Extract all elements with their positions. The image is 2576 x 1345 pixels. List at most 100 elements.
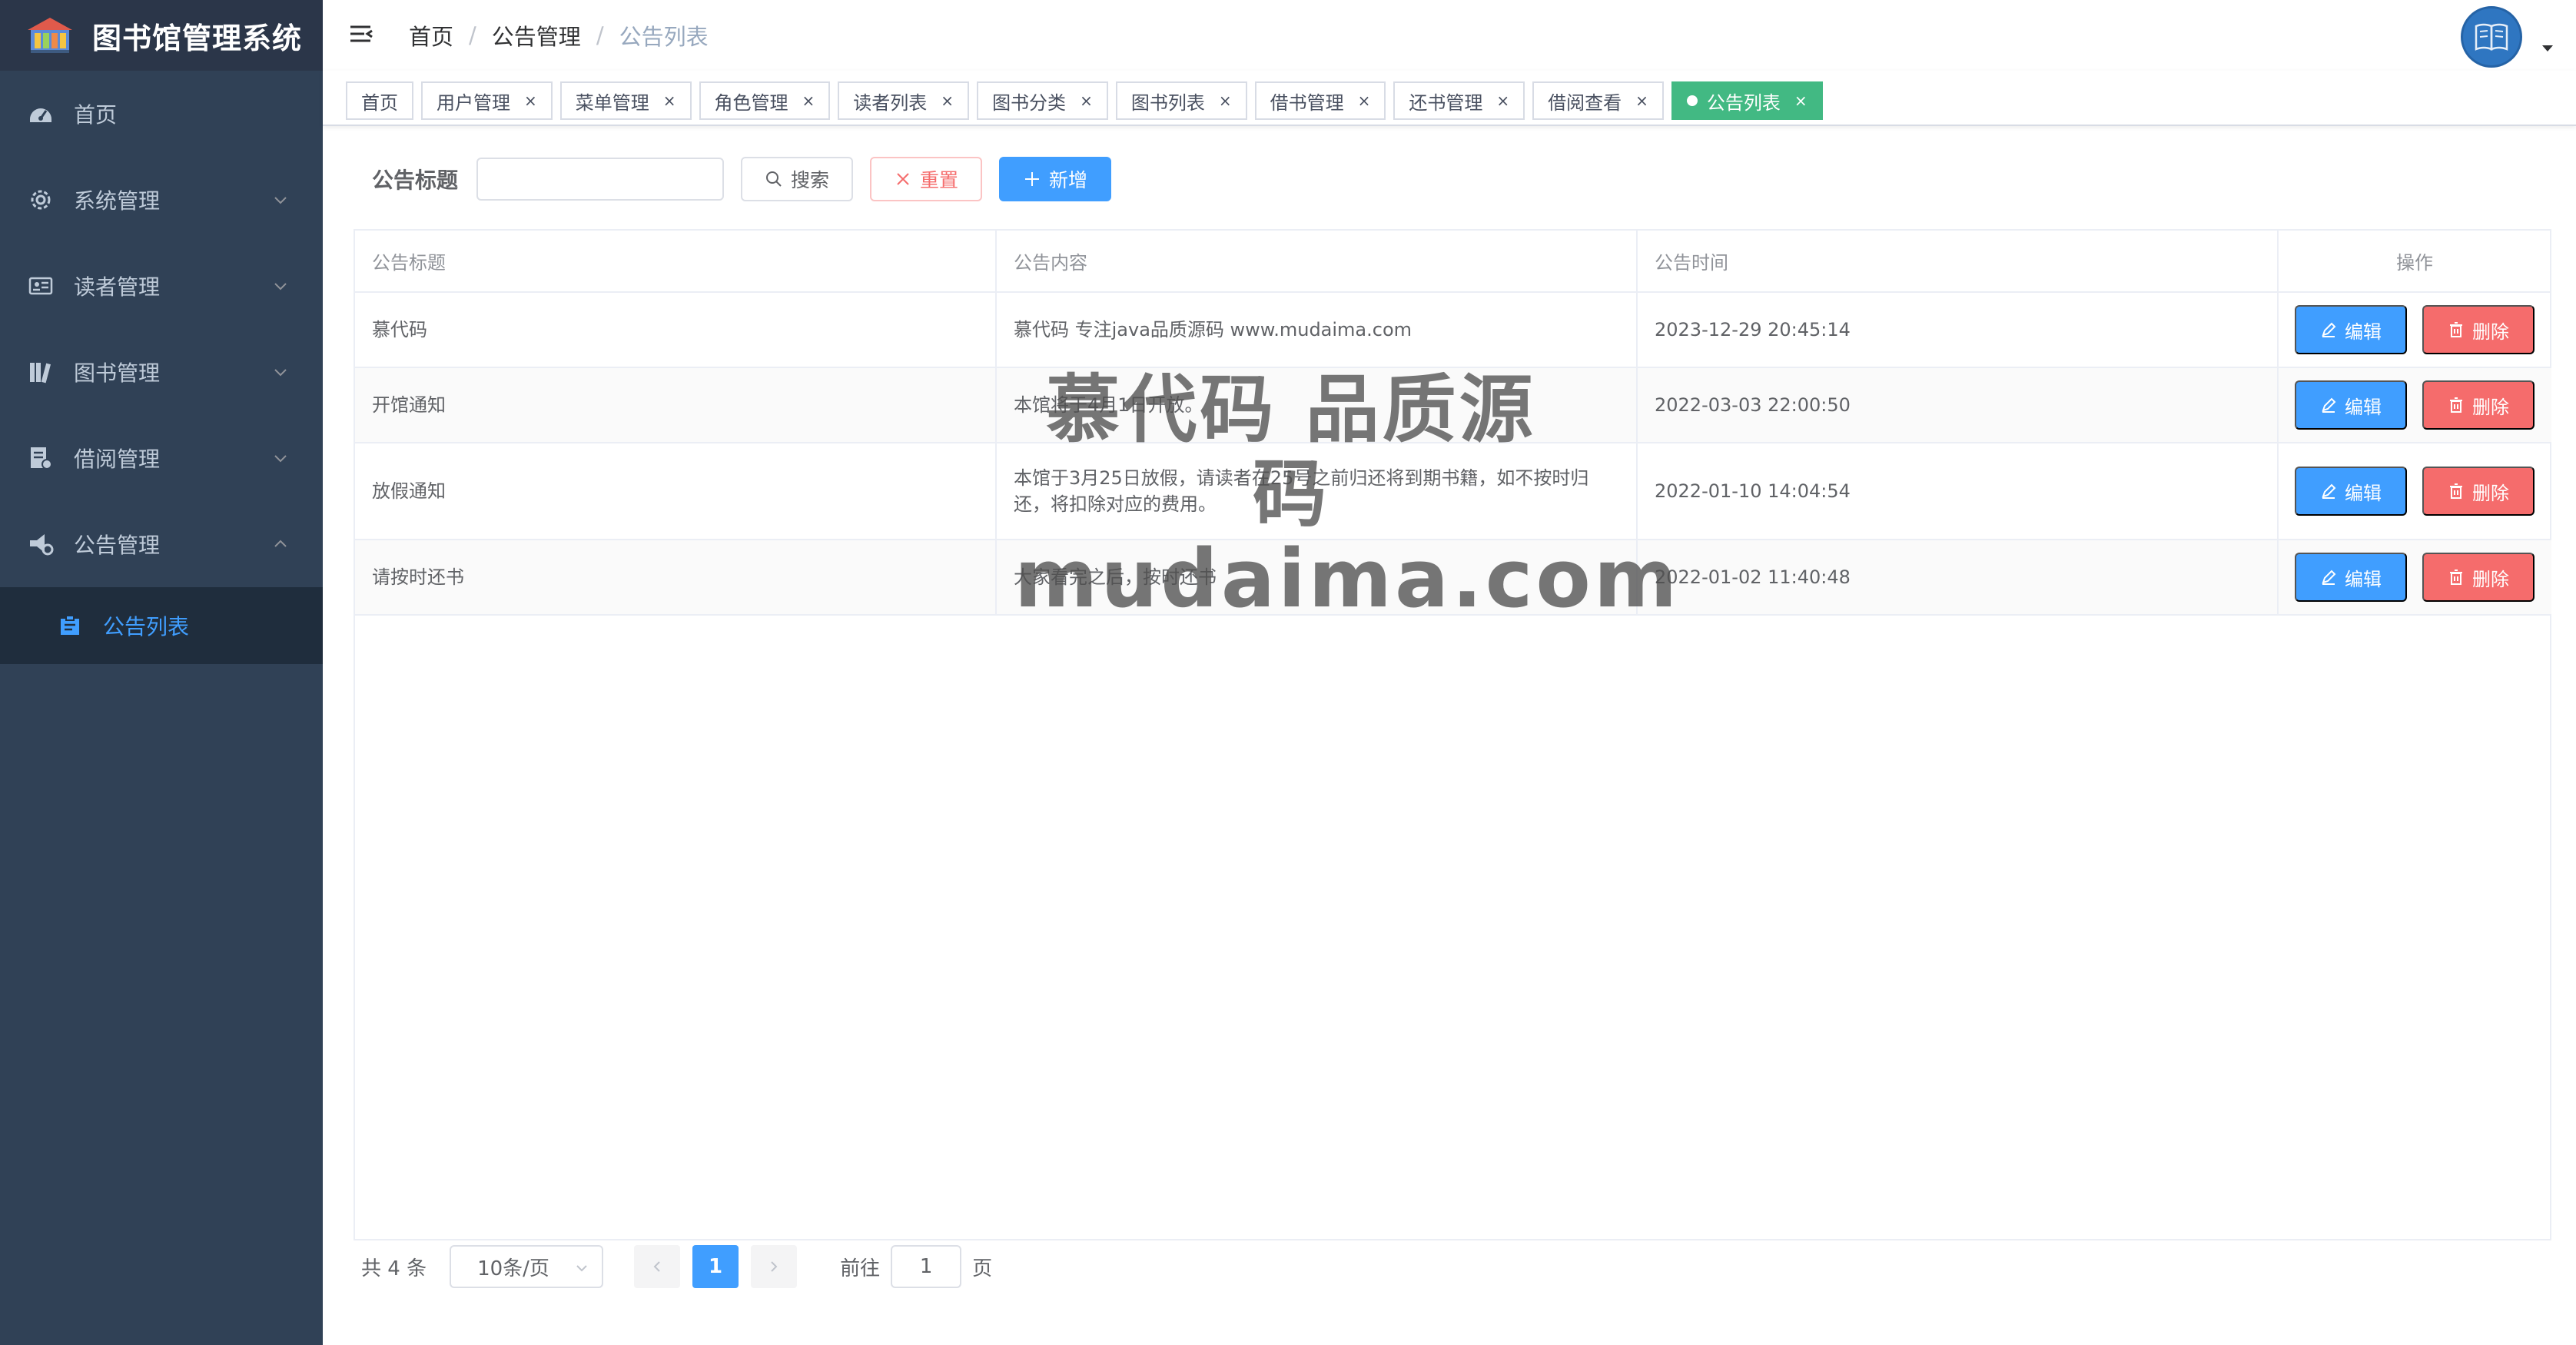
- search-label: 公告标题: [372, 168, 459, 193]
- close-icon[interactable]: ×: [941, 91, 954, 110]
- edit-button[interactable]: 编辑: [2295, 553, 2407, 602]
- caret-down-icon[interactable]: [2541, 43, 2554, 54]
- close-icon[interactable]: ×: [1496, 91, 1509, 110]
- delete-button-label: 删除: [2472, 482, 2509, 504]
- delete-button[interactable]: 删除: [2422, 380, 2535, 430]
- close-icon[interactable]: ×: [802, 91, 815, 110]
- tag-announcement-list[interactable]: 公告列表 ×: [1671, 81, 1823, 120]
- tag-home[interactable]: 首页: [346, 81, 413, 120]
- edit-button[interactable]: 编辑: [2295, 467, 2407, 516]
- trash-icon: [2450, 483, 2462, 499]
- page-size-select[interactable]: 10条/页: [450, 1245, 604, 1288]
- chevron-right-icon: [771, 1261, 778, 1272]
- cell-content: 本馆将于4月1日开放。: [996, 367, 1638, 443]
- sidebar-item-readers[interactable]: 读者管理: [0, 243, 323, 329]
- edit-button[interactable]: 编辑: [2295, 305, 2407, 354]
- edit-icon: [2322, 397, 2336, 413]
- sidebar-item-home[interactable]: 首页: [0, 71, 323, 157]
- sidebar-item-label: 公告管理: [74, 533, 161, 558]
- tag-user-management[interactable]: 用户管理 ×: [421, 81, 553, 120]
- reset-button[interactable]: 重置: [870, 157, 983, 201]
- close-icon[interactable]: ×: [1635, 91, 1648, 110]
- page-jump-input[interactable]: [891, 1245, 962, 1288]
- cell-time: 2022-01-02 11:40:48: [1637, 540, 2279, 616]
- edit-icon: [2322, 483, 2336, 499]
- edit-icon: [2322, 570, 2336, 585]
- tag-borrow-view[interactable]: 借阅查看 ×: [1532, 81, 1664, 120]
- title-search-input[interactable]: [476, 158, 725, 201]
- edit-icon: [2322, 322, 2336, 337]
- hamburger-icon[interactable]: [349, 22, 375, 48]
- tag-label: 菜单管理: [575, 91, 649, 114]
- breadcrumb: 首页 / 公告管理 / 公告列表: [409, 19, 709, 51]
- close-icon[interactable]: ×: [1080, 91, 1093, 110]
- sidebar-item-system[interactable]: 系统管理: [0, 157, 323, 243]
- goto-label-prefix: 前往: [840, 1257, 881, 1280]
- tag-book-category[interactable]: 图书分类 ×: [977, 81, 1108, 120]
- close-icon[interactable]: ×: [1358, 91, 1371, 110]
- tag-role-management[interactable]: 角色管理 ×: [699, 81, 831, 120]
- chevron-down-icon: [274, 369, 287, 377]
- column-header-content[interactable]: 公告内容: [996, 231, 1638, 293]
- chevron-down-icon: [576, 1265, 587, 1272]
- sidebar-item-books[interactable]: 图书管理: [0, 329, 323, 415]
- close-icon[interactable]: ×: [1794, 91, 1808, 110]
- sidebar-item-borrowing[interactable]: 借阅管理: [0, 415, 323, 501]
- avatar[interactable]: [2461, 6, 2522, 68]
- close-icon[interactable]: ×: [1219, 91, 1232, 110]
- chevron-left-icon: [653, 1261, 660, 1272]
- next-page-button[interactable]: [751, 1245, 798, 1288]
- breadcrumb-separator: /: [596, 22, 604, 48]
- cell-content: 本馆于3月25日放假，请读者在25号之前归还将到期书籍，如不按时归还，将扣除对应…: [996, 443, 1638, 540]
- tag-return-management[interactable]: 还书管理 ×: [1393, 81, 1525, 120]
- delete-button-label: 删除: [2472, 396, 2509, 418]
- close-icon: [897, 173, 909, 185]
- cell-title: 放假通知: [355, 443, 997, 540]
- search-button[interactable]: 搜索: [741, 157, 854, 201]
- page-number-current[interactable]: 1: [692, 1245, 739, 1288]
- dashboard-icon: [30, 108, 51, 122]
- add-button[interactable]: 新增: [999, 157, 1112, 201]
- tag-label: 公告列表: [1706, 91, 1781, 114]
- logo-bar[interactable]: 图书馆管理系统: [0, 0, 323, 71]
- edit-button-label: 编辑: [2345, 568, 2382, 590]
- tags-view: 首页 用户管理 × 菜单管理 × 角色管理 × 读者列表 × 图书分类 × 图书…: [323, 71, 2576, 126]
- chevron-up-icon: [274, 540, 287, 547]
- sidebar: 图书馆管理系统 首页 系统管理 读者管理 图书管理 借阅管理 公告管理 公告列表: [0, 0, 323, 1345]
- breadcrumb-home[interactable]: 首页: [409, 19, 453, 51]
- tag-reader-list[interactable]: 读者列表 ×: [838, 81, 970, 120]
- sidebar-item-label: 图书管理: [74, 360, 161, 386]
- submenu-announcements: 公告列表: [0, 587, 323, 664]
- delete-button[interactable]: 删除: [2422, 467, 2535, 516]
- clipboard-icon: [61, 615, 79, 635]
- announcement-table: 公告标题 公告内容 公告时间 操作 慕代码 慕代码 专注java品质源码 www…: [354, 229, 2551, 1240]
- delete-button[interactable]: 删除: [2422, 553, 2535, 602]
- book-avatar-icon: [2475, 23, 2508, 51]
- tag-borrow-management[interactable]: 借书管理 ×: [1254, 81, 1386, 120]
- search-icon: [766, 171, 782, 187]
- table-header-row: 公告标题 公告内容 公告时间 操作: [355, 231, 2551, 293]
- sidebar-item-announcement-list[interactable]: 公告列表: [0, 587, 323, 664]
- delete-button[interactable]: 删除: [2422, 305, 2535, 354]
- tag-menu-management[interactable]: 菜单管理 ×: [559, 81, 692, 120]
- sidebar-item-label: 首页: [74, 102, 118, 128]
- pagination-total: 共 4 条: [361, 1257, 427, 1280]
- edit-button[interactable]: 编辑: [2295, 380, 2407, 430]
- sidebar-item-announcements[interactable]: 公告管理: [0, 501, 323, 587]
- tag-book-list[interactable]: 图书列表 ×: [1115, 81, 1247, 120]
- column-header-title[interactable]: 公告标题: [355, 231, 997, 293]
- cell-actions: 编辑 删除: [2278, 367, 2551, 443]
- sidebar-subitem-label: 公告列表: [103, 614, 190, 639]
- column-header-time[interactable]: 公告时间: [1637, 231, 2279, 293]
- sidebar-item-label: 借阅管理: [74, 447, 161, 472]
- trash-icon: [2450, 322, 2462, 337]
- edit-button-label: 编辑: [2345, 396, 2382, 418]
- tag-label: 图书分类: [992, 91, 1067, 114]
- search-form: 公告标题 搜索 重置 新增: [372, 157, 1128, 201]
- cell-actions: 编辑 删除: [2278, 443, 2551, 540]
- prev-page-button[interactable]: [634, 1245, 681, 1288]
- close-icon[interactable]: ×: [524, 91, 537, 110]
- breadcrumb-section[interactable]: 公告管理: [492, 19, 581, 51]
- plus-icon: [1025, 172, 1039, 186]
- close-icon[interactable]: ×: [663, 91, 676, 110]
